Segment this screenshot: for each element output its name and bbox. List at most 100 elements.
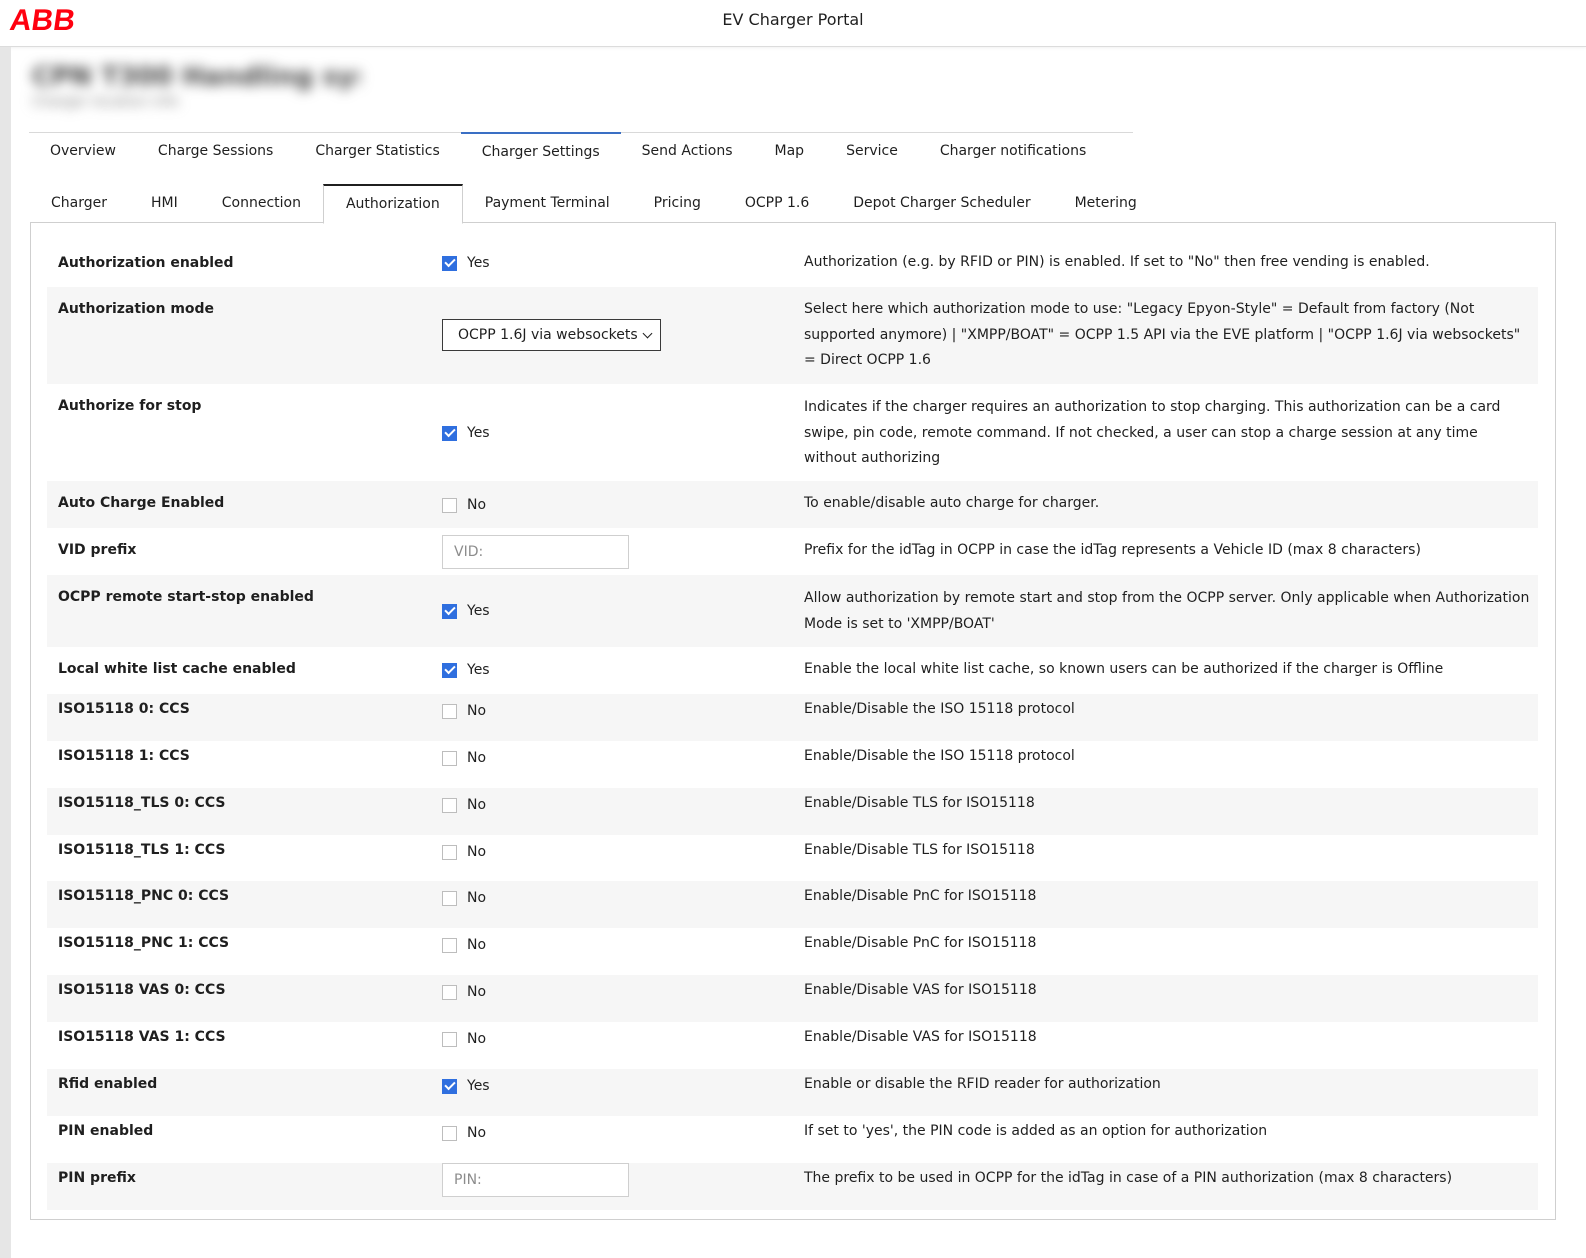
setting-description: Enable/Disable TLS for ISO15118 <box>804 842 1035 858</box>
setting-row: ISO15118_TLS 1: CCS No Enable/Disable TL… <box>47 835 1538 881</box>
checkbox-icon[interactable] <box>442 425 457 441</box>
setting-row: Local white list cache enabled Yes Enabl… <box>47 647 1538 694</box>
iso15118-vas-1-checkbox[interactable]: No <box>442 1031 486 1047</box>
checkbox-value: Yes <box>467 662 490 678</box>
iso15118-pnc-0-checkbox[interactable]: No <box>442 890 486 906</box>
subtab-metering[interactable]: Metering <box>1053 185 1159 222</box>
select-value: OCPP 1.6J via websockets <box>458 327 638 343</box>
pin-enabled-checkbox[interactable]: No <box>442 1125 486 1141</box>
setting-label: PIN prefix <box>58 1170 136 1186</box>
chevron-down-icon <box>642 328 653 339</box>
setting-row: Rfid enabled Yes Enable or disable the R… <box>47 1069 1538 1116</box>
setting-label: OCPP remote start-stop enabled <box>58 589 314 605</box>
setting-label: Authorize for stop <box>58 398 202 414</box>
setting-row: ISO15118 VAS 0: CCS No Enable/Disable VA… <box>47 975 1538 1022</box>
setting-row: PIN prefix The prefix to be used in OCPP… <box>47 1163 1538 1210</box>
rfid-enabled-checkbox[interactable]: Yes <box>442 1078 490 1094</box>
checkbox-value: No <box>467 1125 487 1141</box>
setting-description: Enable/Disable PnC for ISO15118 <box>804 888 1037 904</box>
subtab-payment-terminal[interactable]: Payment Terminal <box>463 185 632 222</box>
setting-row: Authorization enabled Yes Authorization … <box>47 241 1538 287</box>
setting-label: ISO15118_PNC 0: CCS <box>58 888 230 904</box>
setting-label: ISO15118 VAS 0: CCS <box>58 982 226 998</box>
iso15118-1-checkbox[interactable]: No <box>442 750 486 766</box>
tab-send-actions[interactable]: Send Actions <box>621 133 754 171</box>
main-tabs: Overview Charge Sessions Charger Statist… <box>29 132 1133 171</box>
authorization-settings-panel: Authorization enabled Yes Authorization … <box>30 222 1556 1220</box>
checkbox-value: No <box>467 797 487 813</box>
tab-charge-sessions[interactable]: Charge Sessions <box>137 133 294 171</box>
authorization-enabled-checkbox[interactable]: Yes <box>442 255 490 271</box>
setting-description: Enable/Disable the ISO 15118 protocol <box>804 701 1075 717</box>
tab-map[interactable]: Map <box>754 133 826 171</box>
setting-description: The prefix to be used in OCPP for the id… <box>804 1170 1453 1186</box>
setting-description: Authorization (e.g. by RFID or PIN) is e… <box>804 254 1430 270</box>
checkbox-value: No <box>467 890 487 906</box>
authorize-for-stop-checkbox[interactable]: Yes <box>442 425 490 441</box>
setting-row: ISO15118 0: CCS No Enable/Disable the IS… <box>47 694 1538 741</box>
tab-charger-notifications[interactable]: Charger notifications <box>919 133 1107 171</box>
auto-charge-checkbox[interactable]: No <box>442 497 486 513</box>
iso15118-vas-0-checkbox[interactable]: No <box>442 984 486 1000</box>
setting-description: Prefix for the idTag in OCPP in case the… <box>804 542 1421 558</box>
checkbox-icon[interactable] <box>442 1125 457 1141</box>
checkbox-icon[interactable] <box>442 1031 457 1047</box>
checkbox-icon[interactable] <box>442 703 457 719</box>
top-bar: ABB EV Charger Portal <box>0 0 1586 47</box>
tab-service[interactable]: Service <box>825 133 919 171</box>
iso15118-tls-0-checkbox[interactable]: No <box>442 797 486 813</box>
setting-label: ISO15118_PNC 1: CCS <box>58 935 230 951</box>
subtab-hmi[interactable]: HMI <box>129 185 200 222</box>
tab-charger-statistics[interactable]: Charger Statistics <box>294 133 460 171</box>
setting-row: OCPP remote start-stop enabled Yes Allow… <box>47 575 1538 647</box>
authorization-mode-select[interactable]: OCPP 1.6J via websockets <box>442 319 661 351</box>
setting-label: Authorization mode <box>58 301 215 317</box>
portal-title: EV Charger Portal <box>722 10 864 29</box>
checkbox-value: No <box>467 1031 487 1047</box>
setting-label: ISO15118 VAS 1: CCS <box>58 1029 226 1045</box>
checkbox-value: No <box>467 984 487 1000</box>
tab-overview[interactable]: Overview <box>29 133 137 171</box>
iso15118-0-checkbox[interactable]: No <box>442 703 486 719</box>
subtab-pricing[interactable]: Pricing <box>632 185 723 222</box>
checkbox-icon[interactable] <box>442 750 457 766</box>
charger-header-blurred: CPN T300 Handling sys Charger location i… <box>26 60 360 114</box>
setting-row: ISO15118 1: CCS No Enable/Disable the IS… <box>47 741 1538 788</box>
tab-charger-settings[interactable]: Charger Settings <box>460 132 621 172</box>
setting-label: VID prefix <box>58 542 137 558</box>
local-white-list-checkbox[interactable]: Yes <box>442 662 490 678</box>
ocpp-remote-start-stop-checkbox[interactable]: Yes <box>442 603 490 619</box>
checkbox-icon[interactable] <box>442 255 457 271</box>
checkbox-value: No <box>467 703 487 719</box>
subtab-authorization[interactable]: Authorization <box>322 184 463 224</box>
setting-label: PIN enabled <box>58 1123 154 1139</box>
checkbox-icon[interactable] <box>442 603 457 619</box>
setting-row: VID prefix Prefix for the idTag in OCPP … <box>47 528 1538 575</box>
checkbox-icon[interactable] <box>442 937 457 953</box>
checkbox-value: Yes <box>467 255 490 271</box>
checkbox-icon[interactable] <box>442 984 457 1000</box>
checkbox-icon[interactable] <box>442 1078 457 1094</box>
charger-subtitle: Charger location info <box>32 94 179 110</box>
subtab-depot-charger-scheduler[interactable]: Depot Charger Scheduler <box>831 185 1052 222</box>
subtab-charger[interactable]: Charger <box>29 185 129 222</box>
vid-prefix-input[interactable] <box>442 535 629 569</box>
checkbox-value: Yes <box>467 1078 490 1094</box>
checkbox-icon[interactable] <box>442 844 457 860</box>
setting-label: ISO15118_TLS 1: CCS <box>58 842 226 858</box>
subtab-connection[interactable]: Connection <box>200 185 323 222</box>
checkbox-icon[interactable] <box>442 890 457 906</box>
pin-prefix-input[interactable] <box>442 1163 629 1197</box>
left-strip <box>0 47 11 1258</box>
checkbox-icon[interactable] <box>442 497 457 513</box>
setting-description: To enable/disable auto charge for charge… <box>804 495 1100 511</box>
checkbox-icon[interactable] <box>442 662 457 678</box>
setting-label: ISO15118_TLS 0: CCS <box>58 795 226 811</box>
iso15118-tls-1-checkbox[interactable]: No <box>442 844 486 860</box>
iso15118-pnc-1-checkbox[interactable]: No <box>442 937 486 953</box>
checkbox-value: Yes <box>467 603 490 619</box>
checkbox-icon[interactable] <box>442 797 457 813</box>
setting-row: PIN enabled No If set to 'yes', the PIN … <box>47 1116 1538 1163</box>
subtab-ocpp[interactable]: OCPP 1.6 <box>723 185 831 222</box>
setting-row: Authorize for stop Yes Indicates if the … <box>47 384 1538 481</box>
